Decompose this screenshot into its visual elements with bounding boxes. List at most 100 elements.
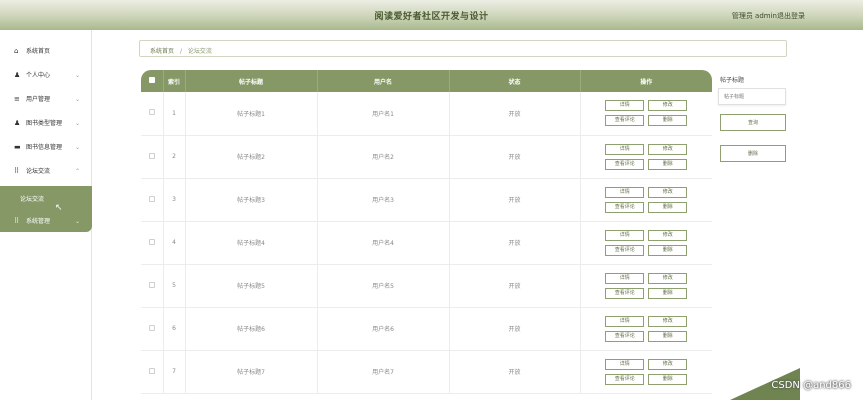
row-status: 开放 (449, 307, 581, 351)
row-select-cell[interactable] (141, 178, 164, 222)
search-input[interactable] (718, 88, 786, 105)
row-title: 帖子标题6 (185, 307, 318, 351)
logout-link[interactable]: 退出登录 (777, 11, 805, 21)
row-title: 帖子标题3 (185, 178, 318, 222)
sidebar: ⌂ 系统首页 ♟ 个人中心 ⌄ ≡ 用户管理 ⌄ ♟ 图书类型管理 ⌄ ▬ 图书… (0, 30, 92, 400)
row-checkbox[interactable] (148, 367, 155, 374)
edit-button[interactable]: 修改 (648, 143, 688, 155)
row-username: 用户名5 (317, 264, 450, 308)
delete-button[interactable]: 删除 (648, 287, 688, 299)
detail-button[interactable]: 详情 (605, 315, 645, 327)
table-row: 7 帖子标题7 用户名7 开放 详情 修改 查看评论 删除 (141, 350, 712, 394)
row-select-cell[interactable] (141, 92, 164, 136)
row-select-cell[interactable] (141, 221, 164, 265)
delete-button[interactable]: 删除 (648, 201, 688, 213)
row-title: 帖子标题7 (185, 350, 318, 394)
table-row: 1 帖子标题1 用户名1 开放 详情 修改 查看评论 删除 (141, 92, 712, 136)
table-row: 5 帖子标题5 用户名5 开放 详情 修改 查看评论 删除 (141, 264, 712, 308)
row-checkbox[interactable] (148, 152, 155, 159)
row-index: 4 (163, 221, 186, 265)
column-header: 状态 (449, 70, 581, 92)
breadcrumb-home[interactable]: 系统首页 (150, 48, 174, 55)
view-comments-button[interactable]: 查看评论 (605, 287, 645, 299)
column-header: 用户名 (317, 70, 450, 92)
row-status: 开放 (449, 92, 581, 136)
breadcrumb-current: 论坛交流 (187, 48, 212, 55)
sidebar-item-users[interactable]: ≡ 用户管理 ⌄ (0, 88, 92, 112)
edit-button[interactable]: 修改 (648, 186, 688, 198)
forum-table: 索引 帖子标题 用户名 状态 操作 1 帖子标题1 用户名1 开放 详情 修改 查看评论 删除… (141, 70, 712, 400)
table-row: 6 帖子标题6 用户名6 开放 详情 修改 查看评论 删除 (141, 307, 712, 351)
row-checkbox[interactable] (148, 109, 155, 116)
row-checkbox[interactable] (148, 281, 155, 288)
delete-button[interactable]: 删除 (648, 330, 688, 342)
row-select-cell[interactable] (141, 264, 164, 308)
row-select-cell[interactable] (141, 135, 164, 179)
sidebar-item-profile[interactable]: ♟ 个人中心 ⌄ (0, 64, 92, 88)
edit-button[interactable]: 修改 (648, 358, 688, 370)
detail-button[interactable]: 详情 (605, 143, 645, 155)
column-header: 帖子标题 (185, 70, 318, 92)
row-select-cell[interactable] (141, 350, 164, 394)
edit-button[interactable]: 修改 (648, 315, 688, 327)
row-checkbox[interactable] (148, 238, 155, 245)
sidebar-item-label: 论坛交流 (26, 168, 51, 175)
view-comments-button[interactable]: 查看评论 (605, 244, 645, 256)
sidebar-item-book-info[interactable]: ▬ 图书信息管理 ⌄ (0, 136, 92, 160)
view-comments-button[interactable]: 查看评论 (605, 158, 645, 170)
search-label: 帖子标题 (720, 77, 745, 84)
delete-button[interactable]: 删除 (648, 158, 688, 170)
row-checkbox[interactable] (148, 324, 155, 331)
edit-button[interactable]: 修改 (648, 272, 688, 284)
sidebar-item-book-types[interactable]: ♟ 图书类型管理 ⌄ (0, 112, 92, 136)
edit-button[interactable]: 修改 (648, 100, 688, 112)
app-page: 阅读爱好者社区开发与设计 管理员 admin 退出登录 ⌂ 系统首页 ♟ 个人中… (0, 0, 863, 400)
watermark: CSDN @and866 (771, 380, 851, 391)
detail-button[interactable]: 详情 (605, 229, 645, 241)
sidebar-item-home[interactable]: ⌂ 系统首页 (0, 40, 92, 64)
sidebar-item-system[interactable]: ⠿ 系统管理 ⌄ (0, 210, 92, 232)
edit-button[interactable]: 修改 (648, 229, 688, 241)
row-status: 开放 (449, 264, 581, 308)
view-comments-button[interactable]: 查看评论 (605, 201, 645, 213)
table-row: 3 帖子标题3 用户名3 开放 详情 修改 查看评论 删除 (141, 178, 712, 222)
view-comments-button[interactable]: 查看评论 (605, 115, 645, 127)
batch-delete-button[interactable]: 删除 (720, 145, 786, 162)
detail-button[interactable]: 详情 (605, 272, 645, 284)
table-row: 2 帖子标题2 用户名2 开放 详情 修改 查看评论 删除 (141, 135, 712, 179)
delete-button[interactable]: 删除 (648, 244, 688, 256)
row-select-cell[interactable] (141, 307, 164, 351)
top-header: 阅读爱好者社区开发与设计 管理员 admin 退出登录 (0, 0, 863, 30)
detail-button[interactable]: 详情 (605, 100, 645, 112)
user-icon: ♟ (14, 119, 21, 127)
row-title: 帖子标题5 (185, 264, 318, 308)
delete-button[interactable]: 删除 (648, 373, 688, 385)
home-icon: ⌂ (14, 47, 19, 55)
search-button[interactable]: 查询 (720, 114, 786, 131)
sidebar-item-forum[interactable]: ⠿ 论坛交流 ⌃ (0, 160, 92, 184)
select-all-checkbox[interactable] (148, 77, 155, 83)
detail-button[interactable]: 详情 (605, 358, 645, 370)
list-icon: ≡ (14, 95, 20, 103)
row-actions: 详情 修改 查看评论 删除 (580, 307, 712, 351)
row-checkbox[interactable] (148, 195, 155, 202)
sidebar-subitem-forum[interactable]: 论坛交流 (20, 194, 44, 203)
row-index: 2 (163, 135, 186, 179)
view-comments-button[interactable]: 查看评论 (605, 330, 645, 342)
table-row: 4 帖子标题4 用户名4 开放 详情 修改 查看评论 删除 (141, 221, 712, 265)
detail-button[interactable]: 详情 (605, 186, 645, 198)
delete-button[interactable]: 删除 (648, 115, 688, 127)
chevron-down-icon: ⌄ (74, 218, 80, 225)
row-title: 帖子标题1 (185, 92, 318, 136)
view-comments-button[interactable]: 查看评论 (605, 373, 645, 385)
breadcrumb-separator: / (179, 48, 182, 55)
grid-icon: ⠿ (14, 167, 20, 175)
row-index: 6 (163, 307, 186, 351)
chevron-up-icon: ⌃ (74, 168, 80, 175)
chevron-down-icon: ⌄ (74, 96, 80, 103)
sidebar-item-label: 系统首页 (26, 48, 51, 55)
select-all-header[interactable] (141, 70, 164, 92)
chevron-down-icon: ⌄ (74, 144, 80, 151)
sidebar-item-label: 个人中心 (26, 72, 51, 79)
sidebar-submenu: 论坛交流 ↖ ⠿ 系统管理 ⌄ (0, 186, 92, 232)
